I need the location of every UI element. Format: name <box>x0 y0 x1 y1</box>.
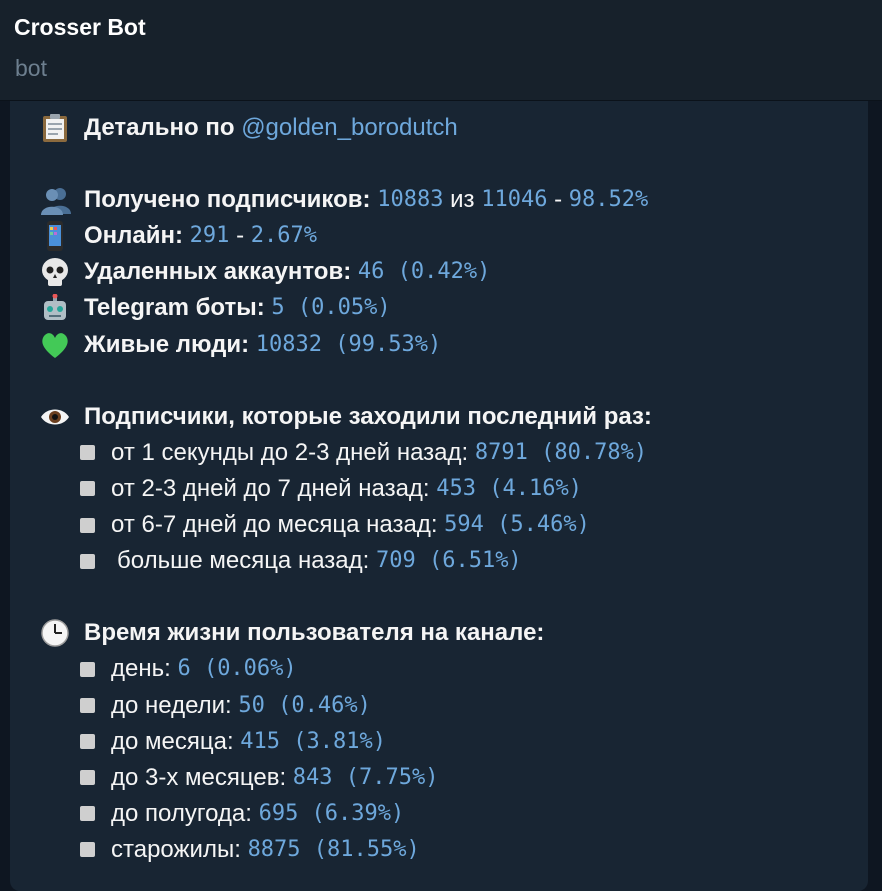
skull-icon <box>40 257 72 287</box>
list-item: до недели: 50 (0.46%) <box>40 688 860 724</box>
lastseen-value: 8791 (80.78%) <box>474 439 648 465</box>
square-bullet-icon <box>80 806 95 822</box>
bots-label: Telegram боты: <box>84 294 265 322</box>
list-item: до полугода: 695 (6.39%) <box>40 796 860 832</box>
online-label: Онлайн: <box>84 222 183 250</box>
subs-dash: - <box>554 186 563 214</box>
lastseen-label: от 6-7 дней до месяца назад: <box>111 511 438 539</box>
subs-total: 11046 <box>481 187 548 213</box>
lifetime-label: до 3-х месяцев: <box>111 763 287 791</box>
list-item: старожилы: 8875 (81.55%) <box>40 832 860 868</box>
subs-got: 10883 <box>377 187 444 213</box>
lastseen-label: от 2-3 дней до 7 дней назад: <box>111 474 430 502</box>
lifetime-heading: Время жизни пользователя на канале: <box>84 619 545 647</box>
list-item: день: 6 (0.06%) <box>40 651 860 687</box>
alive-label: Живые люди: <box>84 330 250 358</box>
lastseen-heading-line: Подписчики, которые заходили последний р… <box>40 399 860 435</box>
subs-of: из <box>450 186 475 214</box>
lifetime-value: 843 (7.75%) <box>292 764 439 790</box>
people-icon <box>40 185 72 216</box>
square-bullet-icon <box>80 698 95 714</box>
square-bullet-icon <box>80 734 95 750</box>
square-bullet-icon <box>80 553 95 569</box>
subs-pct: 98.52% <box>568 187 649 213</box>
online-val: 291 <box>189 223 230 249</box>
lifetime-value: 415 (3.81%) <box>240 728 386 754</box>
lifetime-label: старожилы: <box>111 835 241 863</box>
lifetime-label: до полугода: <box>111 799 252 827</box>
lifetime-label: до недели: <box>111 691 232 719</box>
channel-link[interactable]: @golden_borodutch <box>241 110 458 146</box>
eye-icon <box>40 402 72 432</box>
alive-val: 10832 (99.53%) <box>255 331 442 357</box>
robot-icon <box>40 293 72 324</box>
message-text: Детально по @golden_borodutch Получено п… <box>40 110 860 868</box>
bots-val: 5 (0.05%) <box>271 295 391 321</box>
bots-line: Telegram боты: 5 (0.05%) <box>40 290 860 326</box>
list-item: от 1 секунды до 2-3 дней назад: 8791 (80… <box>40 435 860 471</box>
list-item: до 3-х месяцев: 843 (7.75%) <box>40 760 860 796</box>
square-bullet-icon <box>80 661 95 677</box>
deleted-val: 46 (0.42%) <box>357 259 491 285</box>
alive-line: Живые люди: 10832 (99.53%) <box>40 327 860 363</box>
deleted-label: Удаленных аккаунтов: <box>84 258 352 286</box>
lastseen-value: 594 (5.46%) <box>444 512 590 538</box>
deleted-line: Удаленных аккаунтов: 46 (0.42%) <box>40 254 860 290</box>
subs-label: Получено подписчиков: <box>84 186 371 214</box>
square-bullet-icon <box>80 445 95 461</box>
phone-icon <box>40 221 72 252</box>
square-bullet-icon <box>80 842 95 858</box>
subs-line: Получено подписчиков: 10883 из 11046 - 9… <box>40 182 860 218</box>
lifetime-value: 695 (6.39%) <box>258 800 405 826</box>
list-item: больше месяца назад: 709 (6.51%) <box>40 543 860 579</box>
list-item: от 6-7 дней до месяца назад: 594 (5.46%) <box>40 507 860 543</box>
lifetime-value: 8875 (81.55%) <box>247 836 420 862</box>
green-heart-icon <box>40 330 72 360</box>
square-bullet-icon <box>80 517 95 533</box>
lastseen-label: больше месяца назад: <box>117 547 370 575</box>
chat-title[interactable]: Crosser Bot <box>14 14 146 41</box>
online-line: Онлайн: 291 - 2.67% <box>40 218 860 254</box>
online-pct: 2.67% <box>250 223 317 249</box>
lifetime-value: 50 (0.46%) <box>238 692 371 718</box>
title-prefix: Детально по <box>84 114 235 141</box>
online-dash: - <box>236 222 245 250</box>
clock-icon <box>40 618 72 648</box>
lifetime-label: день: <box>111 655 171 683</box>
lastseen-value: 709 (6.51%) <box>375 548 522 574</box>
square-bullet-icon <box>80 481 95 497</box>
lastseen-heading: Подписчики, которые заходили последний р… <box>84 402 652 430</box>
clipboard-icon <box>40 113 72 143</box>
square-bullet-icon <box>80 770 95 786</box>
list-item: до месяца: 415 (3.81%) <box>40 724 860 760</box>
lifetime-heading-line: Время жизни пользователя на канале: <box>40 615 860 651</box>
chat-header[interactable]: Crosser Bot bot <box>0 0 882 101</box>
lastseen-value: 453 (4.16%) <box>436 475 582 501</box>
list-item: от 2-3 дней до 7 дней назад: 453 (4.16%) <box>40 471 860 507</box>
lastseen-label: от 1 секунды до 2-3 дней назад: <box>111 438 469 466</box>
lifetime-value: 6 (0.06%) <box>177 656 297 682</box>
chat-subtitle: bot <box>15 55 47 81</box>
lifetime-label: до месяца: <box>111 727 234 755</box>
message-title-line: Детально по @golden_borodutch <box>40 110 860 146</box>
